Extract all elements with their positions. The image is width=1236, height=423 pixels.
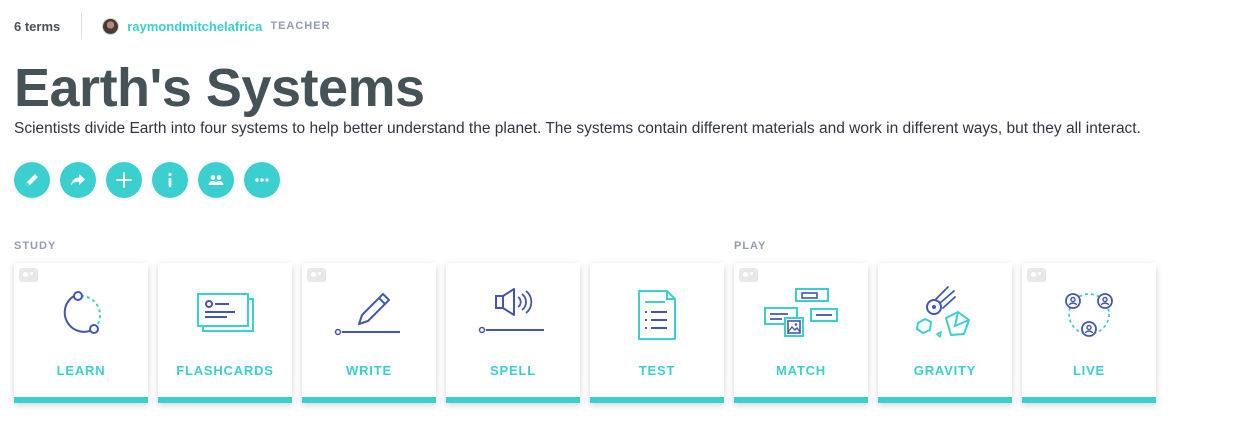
username-link[interactable]: raymondmitchelafrica — [127, 19, 262, 34]
write-icon — [334, 293, 400, 336]
share-arrow-icon — [71, 174, 85, 186]
gravity-card[interactable]: GRAVITY — [878, 263, 1012, 403]
avatar[interactable] — [102, 17, 120, 35]
mode-badge — [739, 268, 758, 282]
mode-label: WRITE — [346, 363, 392, 378]
mode-label: FLASHCARDS — [176, 363, 274, 378]
mode-badge — [307, 268, 326, 282]
test-icon — [638, 290, 676, 340]
mode-label: LIVE — [1072, 363, 1106, 378]
info-icon — [168, 172, 172, 187]
mode-badge — [1027, 268, 1046, 282]
classes-button[interactable] — [198, 162, 234, 198]
mode-label: TEST — [638, 363, 676, 378]
page-title: Earth's Systems — [14, 58, 425, 118]
pencil-icon — [26, 174, 38, 186]
more-icon — [255, 178, 269, 182]
set-description: Scientists divide Earth into four system… — [14, 120, 1141, 137]
plus-icon — [116, 172, 132, 188]
more-button[interactable] — [244, 162, 280, 198]
mode-label: SPELL — [490, 363, 536, 378]
people-icon — [208, 175, 224, 185]
match-card[interactable]: MATCH — [734, 263, 868, 403]
spell-icon — [478, 288, 544, 334]
flashcards-icon — [197, 293, 254, 332]
mode-badge — [19, 268, 38, 282]
test-card[interactable]: TEST — [590, 263, 724, 403]
share-button[interactable] — [60, 162, 96, 198]
play-section-label: PLAY — [734, 240, 767, 252]
terms-count: 6 terms — [14, 18, 61, 34]
study-section-label: STUDY — [14, 240, 57, 252]
mode-label: LEARN — [56, 363, 106, 378]
learn-icon — [63, 291, 102, 334]
gravity-icon — [916, 286, 970, 338]
mode-label: GRAVITY — [913, 363, 977, 378]
learn-card[interactable]: LEARN — [14, 263, 148, 403]
live-card[interactable]: LIVE — [1022, 263, 1156, 403]
add-button[interactable] — [106, 162, 142, 198]
spell-card[interactable]: SPELL — [446, 263, 580, 403]
set-actions — [14, 162, 280, 198]
edit-button[interactable] — [14, 162, 50, 198]
flashcards-card[interactable]: FLASHCARDS — [158, 263, 292, 403]
write-card[interactable]: WRITE — [302, 263, 436, 403]
meta-divider — [81, 13, 83, 39]
mode-label: MATCH — [776, 363, 826, 378]
info-button[interactable] — [152, 162, 188, 198]
role-label: TEACHER — [270, 20, 331, 32]
match-icon — [764, 288, 838, 337]
live-icon — [1065, 293, 1113, 337]
set-meta: 6 terms raymondmitchelafrica TEACHER — [14, 13, 331, 39]
